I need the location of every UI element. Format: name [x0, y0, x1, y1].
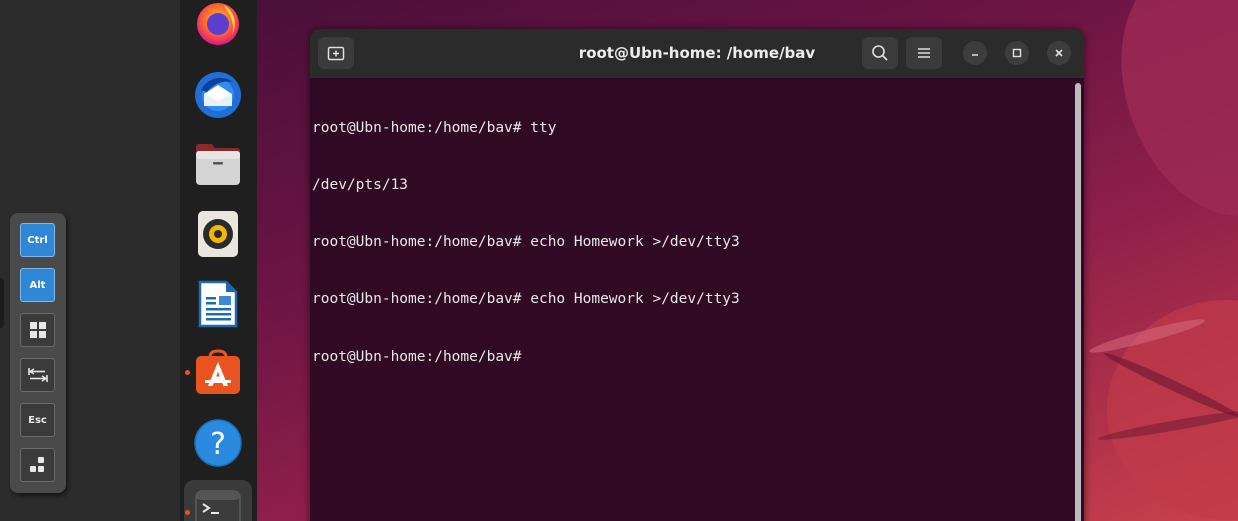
files-icon — [196, 144, 240, 185]
svg-text:?: ? — [210, 427, 226, 462]
running-indicator — [185, 370, 190, 375]
terminal-titlebar[interactable]: root@Ubn-home: /home/bav — [310, 29, 1084, 78]
rhythmbox-icon — [198, 211, 238, 257]
terminal-cursor — [530, 347, 539, 364]
dock-files[interactable] — [193, 139, 243, 189]
dock-firefox[interactable] — [193, 0, 243, 48]
terminal-prompt: root@Ubn-home:/home/bav# — [312, 349, 531, 365]
windows-icon — [29, 322, 46, 338]
dock-app-center[interactable] — [193, 348, 243, 398]
close-button[interactable] — [1047, 41, 1071, 65]
dock-rhythmbox[interactable] — [193, 209, 243, 259]
alt-key[interactable]: Alt — [20, 268, 55, 302]
search-button[interactable] — [862, 37, 898, 69]
maximize-button[interactable] — [1005, 41, 1029, 65]
wallpaper-shape — [1087, 0, 1238, 243]
terminal-line: /dev/pts/13 — [312, 177, 409, 193]
terminal-output[interactable]: root@Ubn-home:/home/bav# tty /dev/pts/13… — [310, 78, 1084, 521]
search-icon — [872, 45, 888, 61]
more-keys-button[interactable] — [20, 448, 55, 482]
terminal-line: root@Ubn-home:/home/bav# echo Homework >… — [312, 234, 740, 250]
libreoffice-writer-icon — [198, 280, 238, 328]
esc-key[interactable]: Esc — [20, 403, 55, 437]
ctrl-key[interactable]: Ctrl — [20, 223, 55, 257]
menu-button[interactable] — [906, 37, 942, 69]
remote-side-panel: Ctrl Alt Esc — [0, 0, 180, 521]
terminal-scrollbar[interactable] — [1075, 83, 1081, 521]
dock-help[interactable]: ? — [193, 418, 243, 468]
maximize-icon — [1012, 48, 1022, 58]
terminal-window: root@Ubn-home: /home/bav root@Ubn-home:/… — [310, 29, 1084, 521]
hamburger-menu-icon — [918, 48, 930, 58]
tab-key[interactable] — [20, 358, 55, 392]
dock-terminal[interactable] — [193, 488, 243, 521]
app-center-icon — [196, 349, 240, 394]
minimize-button[interactable] — [963, 41, 987, 65]
terminal-line: root@Ubn-home:/home/bav# echo Homework >… — [312, 291, 740, 307]
new-tab-icon — [327, 46, 345, 61]
tab-icon — [27, 368, 48, 382]
terminal-prompt-line: root@Ubn-home:/home/bav# — [312, 347, 740, 367]
terminal-line: root@Ubn-home:/home/bav# tty — [312, 120, 557, 136]
minimize-icon — [972, 54, 978, 56]
panel-edge-handle[interactable] — [0, 278, 4, 328]
dock-thunderbird[interactable] — [193, 70, 243, 120]
terminal-icon — [195, 490, 241, 521]
new-tab-button[interactable] — [318, 37, 354, 69]
running-indicator — [185, 510, 190, 515]
virtual-key-panel: Ctrl Alt Esc — [10, 213, 66, 493]
thunderbird-icon — [195, 72, 241, 118]
terminal-text: root@Ubn-home:/home/bav# tty /dev/pts/13… — [312, 81, 740, 405]
keyboard-menu-icon — [29, 457, 44, 472]
windows-key[interactable] — [20, 313, 55, 347]
close-icon — [1055, 49, 1063, 57]
ubuntu-dock: ? — [180, 0, 257, 521]
dock-libreoffice-writer[interactable] — [193, 279, 243, 329]
help-icon: ? — [194, 419, 242, 467]
firefox-icon — [197, 3, 239, 45]
